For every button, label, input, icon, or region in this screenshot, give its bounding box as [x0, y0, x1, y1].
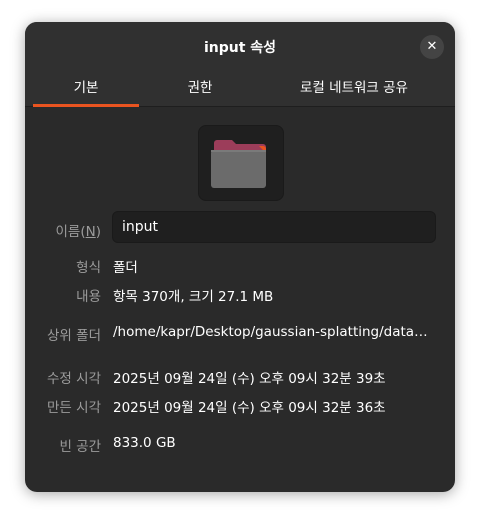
name-input[interactable]: input	[112, 211, 436, 243]
properties-dialog: input 속성 ✕ 기본 권한 로컬 네트워크 공유 이름(N) input …	[25, 22, 455, 492]
folder-icon	[211, 140, 266, 188]
tab-bar: 기본 권한 로컬 네트워크 공유	[25, 70, 455, 107]
free-space-value: 833.0 GB	[113, 435, 176, 451]
parent-folder-link[interactable]: /home/kapr/Desktop/gaussian-splatting/da…	[113, 324, 437, 340]
type-value: 폴더	[113, 260, 138, 276]
type-label: 형식	[76, 260, 101, 276]
folder-icon-button[interactable]	[198, 125, 284, 201]
free-space-label: 빈 공간	[59, 439, 101, 455]
modified-value: 2025년 09월 24일 (수) 오후 09시 32분 39초	[113, 371, 386, 387]
name-label: 이름(N)	[55, 224, 102, 240]
created-label: 만든 시각	[47, 400, 101, 416]
window-title: input 속성	[203, 40, 277, 56]
modified-label: 수정 시각	[47, 371, 101, 387]
name-input-value: input	[122, 219, 159, 235]
tab-local-network-share[interactable]: 로컬 네트워크 공유	[261, 70, 447, 106]
tab-permissions[interactable]: 권한	[147, 70, 253, 106]
tab-basic[interactable]: 기본	[33, 70, 139, 107]
header-bar: input 속성 ✕	[25, 22, 455, 71]
created-value: 2025년 09월 24일 (수) 오후 09시 32분 36초	[113, 400, 386, 416]
close-button[interactable]: ✕	[420, 35, 444, 59]
contents-label: 내용	[76, 289, 101, 305]
contents-value: 항목 370개, 크기 27.1 MB	[113, 289, 274, 305]
close-icon: ✕	[426, 39, 438, 54]
parent-folder-label: 상위 폴더	[47, 328, 101, 344]
